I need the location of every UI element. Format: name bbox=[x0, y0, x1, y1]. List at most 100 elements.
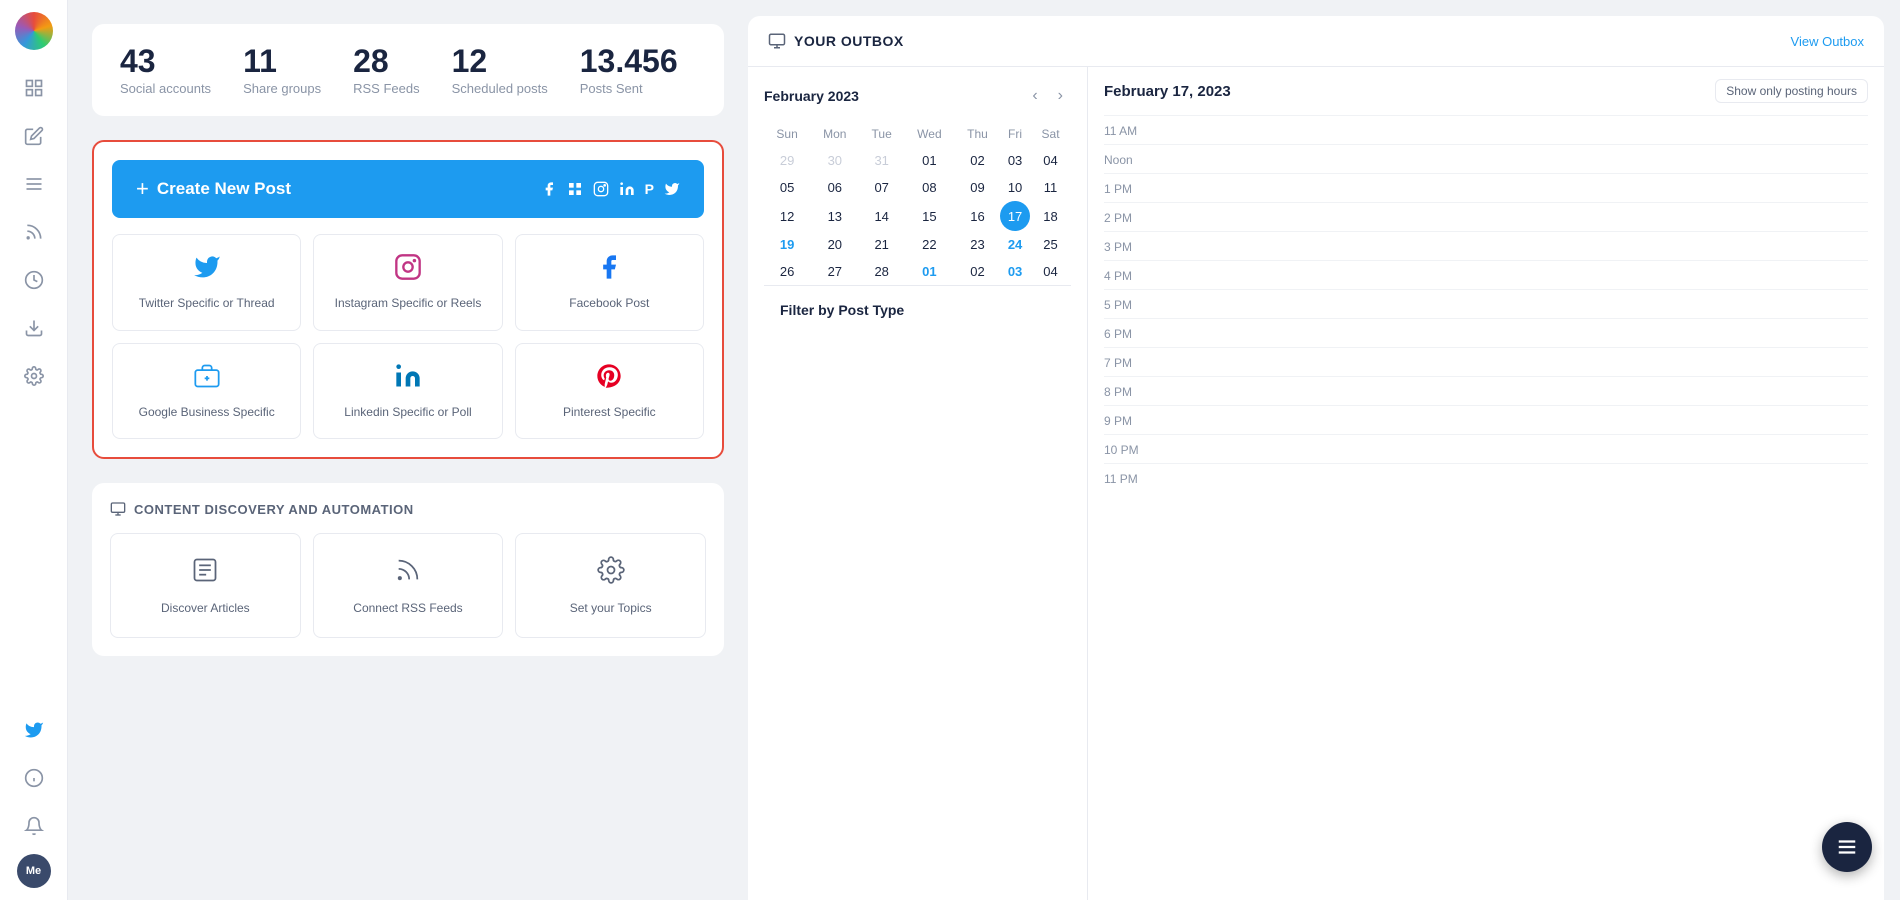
time-slot-label: 7 PM bbox=[1104, 354, 1152, 370]
time-slots-container: 11 AMNoon1 PM2 PM3 PM4 PM5 PM6 PM7 PM8 P… bbox=[1104, 115, 1868, 492]
calendar-day[interactable]: 26 bbox=[764, 258, 810, 285]
calendar-day[interactable]: 24 bbox=[1000, 231, 1030, 258]
outbox-header: YOUR OUTBOX View Outbox bbox=[748, 16, 1884, 67]
selected-date-title: February 17, 2023 bbox=[1104, 83, 1231, 100]
facebook-label: Facebook Post bbox=[569, 296, 649, 312]
calendar-day[interactable]: 06 bbox=[810, 174, 859, 201]
outbox-icon bbox=[768, 32, 786, 50]
calendar-day[interactable]: 11 bbox=[1030, 174, 1071, 201]
content-discovery-card: CONTENT DISCOVERY AND AUTOMATION Discove… bbox=[92, 483, 724, 656]
time-slot: 11 AM bbox=[1104, 115, 1868, 144]
time-slot-label: 6 PM bbox=[1104, 325, 1152, 341]
time-slot-label: 2 PM bbox=[1104, 209, 1152, 225]
calendar-day[interactable]: 16 bbox=[955, 201, 1000, 231]
calendar-day[interactable]: 12 bbox=[764, 201, 810, 231]
sidebar-item-download[interactable] bbox=[14, 308, 54, 348]
show-posting-hours-button[interactable]: Show only posting hours bbox=[1715, 79, 1868, 103]
time-slot-label: 10 PM bbox=[1104, 441, 1152, 457]
post-type-twitter[interactable]: Twitter Specific or Thread bbox=[112, 234, 301, 331]
view-outbox-link[interactable]: View Outbox bbox=[1791, 34, 1864, 49]
stats-row: 43 Social accounts 11 Share groups 28 RS… bbox=[92, 24, 724, 116]
twitter-label: Twitter Specific or Thread bbox=[139, 296, 275, 312]
calendar-day[interactable]: 25 bbox=[1030, 231, 1071, 258]
calendar-day[interactable]: 17 bbox=[1000, 201, 1030, 231]
time-slot-label: 11 AM bbox=[1104, 122, 1152, 138]
content-discovery-title: CONTENT DISCOVERY AND AUTOMATION bbox=[134, 502, 414, 517]
discover-articles-item[interactable]: Discover Articles bbox=[110, 533, 301, 638]
calendar-day[interactable]: 07 bbox=[859, 174, 903, 201]
calendar-left: February 2023 ‹ › SunMonTueWedThuFriSat … bbox=[748, 67, 1088, 900]
sidebar-item-dashboard[interactable] bbox=[14, 68, 54, 108]
calendar-day[interactable]: 10 bbox=[1000, 174, 1030, 201]
post-type-google[interactable]: Google Business Specific bbox=[112, 343, 301, 440]
connect-rss-item[interactable]: Connect RSS Feeds bbox=[313, 533, 504, 638]
calendar-day[interactable]: 23 bbox=[955, 231, 1000, 258]
twitter-icon bbox=[193, 253, 221, 288]
connect-rss-icon bbox=[394, 556, 422, 591]
calendar-day[interactable]: 02 bbox=[955, 147, 1000, 174]
sidebar-item-feed[interactable] bbox=[14, 164, 54, 204]
left-panel: 43 Social accounts 11 Share groups 28 RS… bbox=[68, 0, 748, 900]
filter-title: Filter by Post Type bbox=[780, 302, 1055, 318]
calendar-day[interactable]: 18 bbox=[1030, 201, 1071, 231]
discover-articles-icon bbox=[191, 556, 219, 591]
post-type-facebook[interactable]: Facebook Post bbox=[515, 234, 704, 331]
calendar-day[interactable]: 21 bbox=[859, 231, 903, 258]
sidebar-item-compose[interactable] bbox=[14, 116, 54, 156]
calendar-day[interactable]: 14 bbox=[859, 201, 903, 231]
avatar[interactable]: Me bbox=[17, 854, 51, 888]
time-slot-label: 9 PM bbox=[1104, 412, 1152, 428]
post-type-instagram[interactable]: Instagram Specific or Reels bbox=[313, 234, 502, 331]
calendar-next-button[interactable]: › bbox=[1050, 83, 1071, 109]
calendar-month: February 2023 bbox=[764, 88, 859, 104]
time-slot: 10 PM bbox=[1104, 434, 1868, 463]
linkedin-icon bbox=[394, 362, 422, 397]
sidebar-item-rss[interactable] bbox=[14, 212, 54, 252]
fab-button[interactable] bbox=[1822, 822, 1872, 872]
calendar-day[interactable]: 30 bbox=[810, 147, 859, 174]
sidebar-item-notifications[interactable] bbox=[14, 806, 54, 846]
stat-social-accounts-label: Social accounts bbox=[120, 81, 211, 96]
calendar-day[interactable]: 22 bbox=[904, 231, 955, 258]
calendar-day[interactable]: 15 bbox=[904, 201, 955, 231]
sidebar-item-settings[interactable] bbox=[14, 356, 54, 396]
calendar-day[interactable]: 05 bbox=[764, 174, 810, 201]
post-type-linkedin[interactable]: Linkedin Specific or Poll bbox=[313, 343, 502, 440]
set-topics-item[interactable]: Set your Topics bbox=[515, 533, 706, 638]
calendar-nav: February 2023 ‹ › bbox=[764, 83, 1071, 109]
create-new-post-button[interactable]: + Create New Post P bbox=[112, 160, 704, 218]
calendar-day[interactable]: 29 bbox=[764, 147, 810, 174]
app-logo[interactable] bbox=[15, 12, 53, 50]
stat-scheduled-posts-num: 12 bbox=[452, 44, 548, 79]
post-type-pinterest[interactable]: Pinterest Specific bbox=[515, 343, 704, 440]
time-slot-label: 3 PM bbox=[1104, 238, 1152, 254]
calendar-day[interactable]: 03 bbox=[1000, 258, 1030, 285]
calendar-day[interactable]: 04 bbox=[1030, 147, 1071, 174]
calendar-day[interactable]: 01 bbox=[904, 147, 955, 174]
sidebar: Me bbox=[0, 0, 68, 900]
time-slot: 7 PM bbox=[1104, 347, 1868, 376]
sidebar-item-twitter[interactable] bbox=[14, 710, 54, 750]
calendar-day[interactable]: 02 bbox=[955, 258, 1000, 285]
calendar-day[interactable]: 04 bbox=[1030, 258, 1071, 285]
calendar-day[interactable]: 19 bbox=[764, 231, 810, 258]
google-business-icon bbox=[193, 362, 221, 397]
connect-rss-label: Connect RSS Feeds bbox=[353, 601, 462, 615]
calendar-day[interactable]: 08 bbox=[904, 174, 955, 201]
time-slot: 4 PM bbox=[1104, 260, 1868, 289]
sidebar-item-info[interactable] bbox=[14, 758, 54, 798]
set-topics-label: Set your Topics bbox=[570, 601, 652, 615]
calendar-day[interactable]: 27 bbox=[810, 258, 859, 285]
stat-share-groups-label: Share groups bbox=[243, 81, 321, 96]
sidebar-item-schedule[interactable] bbox=[14, 260, 54, 300]
calendar-day[interactable]: 13 bbox=[810, 201, 859, 231]
calendar-day[interactable]: 20 bbox=[810, 231, 859, 258]
time-slot: 9 PM bbox=[1104, 405, 1868, 434]
calendar-day[interactable]: 09 bbox=[955, 174, 1000, 201]
calendar-day[interactable]: 28 bbox=[859, 258, 903, 285]
calendar-day[interactable]: 31 bbox=[859, 147, 903, 174]
calendar-day[interactable]: 01 bbox=[904, 258, 955, 285]
calendar-prev-button[interactable]: ‹ bbox=[1024, 83, 1045, 109]
calendar-day[interactable]: 03 bbox=[1000, 147, 1030, 174]
linkedin-label: Linkedin Specific or Poll bbox=[344, 405, 471, 421]
